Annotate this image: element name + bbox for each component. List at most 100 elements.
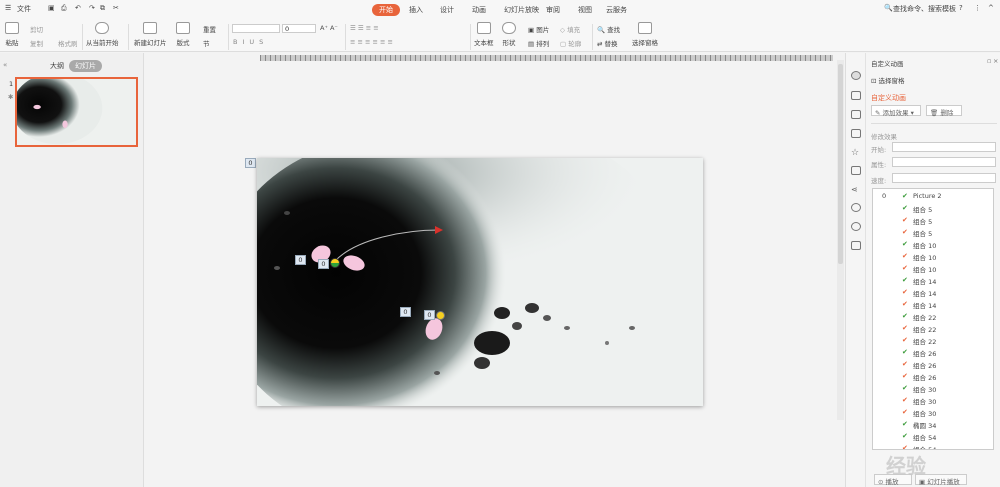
animation-list-item[interactable]: ✔ 组合 14 [873,298,993,310]
slide-thumbnail[interactable] [15,77,138,147]
font-style-icons[interactable]: BIUS [233,38,268,46]
animation-list-item[interactable]: ✔ 组合 5 [873,214,993,226]
animation-list-item[interactable]: ✔ 组合 54 [873,430,993,442]
animation-list-item[interactable]: ✔ 组合 30 [873,406,993,418]
copy-button[interactable]: 复制 [30,38,43,48]
animation-list-item[interactable]: ✔ 组合 26 [873,370,993,382]
scrollbar-thumb[interactable] [838,64,843,264]
menu-tab[interactable]: 视图 [578,5,592,15]
tab-slides[interactable]: 幻灯片 [69,60,102,72]
animation-list-item[interactable]: ✔ 组合 5 [873,226,993,238]
fill-button[interactable]: ◇ 填充 [560,24,580,34]
yellow-marker-icon[interactable] [436,311,445,320]
close-icon[interactable]: ▫ [987,57,991,65]
shapes-icon[interactable] [851,110,861,119]
animation-list-item[interactable]: ✔ 组合 14 [873,274,993,286]
animation-list-item[interactable]: ✔ 组合 14 [873,286,993,298]
animation-list-item[interactable]: ✔ 组合 22 [873,322,993,334]
outline-button[interactable]: ▢ 轮廓 [560,38,581,48]
font-size-input[interactable]: 0 [282,24,316,33]
replace-button[interactable]: ⇄ 替换 [597,38,618,48]
menu-tab[interactable]: 插入 [409,5,423,15]
property-select[interactable] [892,157,996,167]
list-icons[interactable]: ☰ ☰ ≡ ≡ [350,24,379,32]
align-icons[interactable]: ≡ ≡ ≡ ≡ ≡ ≡ [350,38,393,46]
command-search[interactable]: 查找命令、搜索模板 [893,4,956,14]
collapse-panel-icon[interactable]: « [3,61,7,69]
paste-button[interactable]: 粘贴 [5,22,19,47]
add-effect-button[interactable]: ✎ 添加效果 ▾ [871,105,921,117]
help-icon[interactable]: ? [959,4,963,12]
tab-outline[interactable]: 大纲 [50,61,64,71]
format-painter-button[interactable]: 格式刷 [58,38,78,48]
animation-list-item[interactable]: ✔ 组合 10 [873,250,993,262]
copy-icon[interactable]: ⧉ [100,4,105,13]
animation-list-item[interactable]: ✔ 组合 30 [873,394,993,406]
print-icon[interactable]: ⎙ [61,4,67,13]
share-icon[interactable]: ⋖ [851,185,861,194]
font-name-input[interactable] [232,24,280,33]
shape-button[interactable]: 形状 [502,22,516,47]
find-button[interactable]: 🔍 查找 [597,24,620,34]
tools-icon[interactable]: ✂ [113,4,119,12]
slide[interactable]: 0 0 0 0 [257,158,703,406]
animation-list-item[interactable]: ✔ 椭圆 34 [873,418,993,430]
animation-list[interactable]: 0 ✔ Picture 2 ✔ 组合 5 ✔ 组合 5 ✔ 组合 5 ✔ 组合 10 ✔ 组合 10 ✔ 组… [872,188,994,450]
file-menu[interactable]: 文件 [17,4,31,14]
animation-tag[interactable]: 0 [245,158,256,168]
start-select[interactable] [892,142,996,152]
animation-list-item[interactable]: ✔ 组合 26 [873,358,993,370]
motion-path-start-icon[interactable] [330,258,340,268]
backup-icon[interactable] [851,166,861,175]
undo-icon[interactable]: ↶ [75,4,81,12]
redo-icon[interactable]: ↷ [89,4,95,12]
animation-list-item[interactable]: ✔ 组合 54 [873,442,993,449]
search-icon[interactable]: 🔍 [884,4,893,12]
animation-list-item[interactable]: 0 ✔ Picture 2 [873,190,993,202]
menu-tab[interactable]: 动画 [472,5,486,15]
star-icon[interactable]: ☆ [851,148,861,158]
animation-list-item[interactable]: ✔ 组合 5 [873,202,993,214]
apps-icon[interactable] [851,241,861,250]
animation-list-item[interactable]: ✔ 组合 26 [873,346,993,358]
select-pane-link[interactable]: ⊡ 选择窗格 [871,75,905,85]
hamburger-icon[interactable]: ☰ [5,4,11,12]
section-button[interactable]: 节 [203,38,210,48]
grow-font-icon[interactable]: A⁺ A⁻ [320,24,338,32]
save-icon[interactable]: ▣ [48,4,55,12]
textbox-button[interactable]: 文本框 [474,22,494,47]
collapse-icon[interactable]: ^ [988,4,994,12]
animation-list-item[interactable]: ✔ 组合 10 [873,238,993,250]
reset-button[interactable]: 重置 [203,24,216,34]
more-icon[interactable]: ⋮ [974,4,981,12]
speed-select[interactable] [892,173,996,183]
vertical-scrollbar[interactable] [837,60,844,420]
slide-editing-area[interactable]: 0 0 0 0 0 [145,53,845,487]
menu-tab[interactable]: 开始 [372,4,400,16]
arrange-button[interactable]: ▤ 排列 [528,38,549,48]
layout-button[interactable]: 版式 [176,22,190,47]
help-icon[interactable] [851,222,861,231]
animation-list-item[interactable]: ✔ 组合 22 [873,334,993,346]
animation-list-item[interactable]: ✔ 组合 22 [873,310,993,322]
menu-tab[interactable]: 设计 [440,5,454,15]
animation-icon[interactable] [851,71,861,80]
animation-tag[interactable]: 0 [318,259,329,269]
menu-tab[interactable]: 审阅 [546,5,560,15]
close-icon[interactable]: × [993,57,998,65]
cut-button[interactable]: 剪切 [30,24,43,34]
animation-tag[interactable]: 0 [295,255,306,265]
history-icon[interactable] [851,203,861,212]
new-slide-button[interactable]: 新建幻灯片 [134,22,167,47]
settings-icon[interactable] [851,129,861,138]
menu-tab[interactable]: 云服务 [606,5,627,15]
select-pane-button[interactable]: 选择窗格 [632,22,658,47]
animation-tag[interactable]: 0 [400,307,411,317]
play-from-current-button[interactable]: 从当前开始 [86,22,119,47]
delete-button[interactable]: 🗑 删除 [926,105,962,117]
animation-list-item[interactable]: ✔ 组合 10 [873,262,993,274]
picture-button[interactable]: ▣ 图片 [528,24,549,34]
animation-list-item[interactable]: ✔ 组合 30 [873,382,993,394]
menu-tab[interactable]: 幻灯片放映 [504,5,539,15]
properties-icon[interactable] [851,91,861,100]
